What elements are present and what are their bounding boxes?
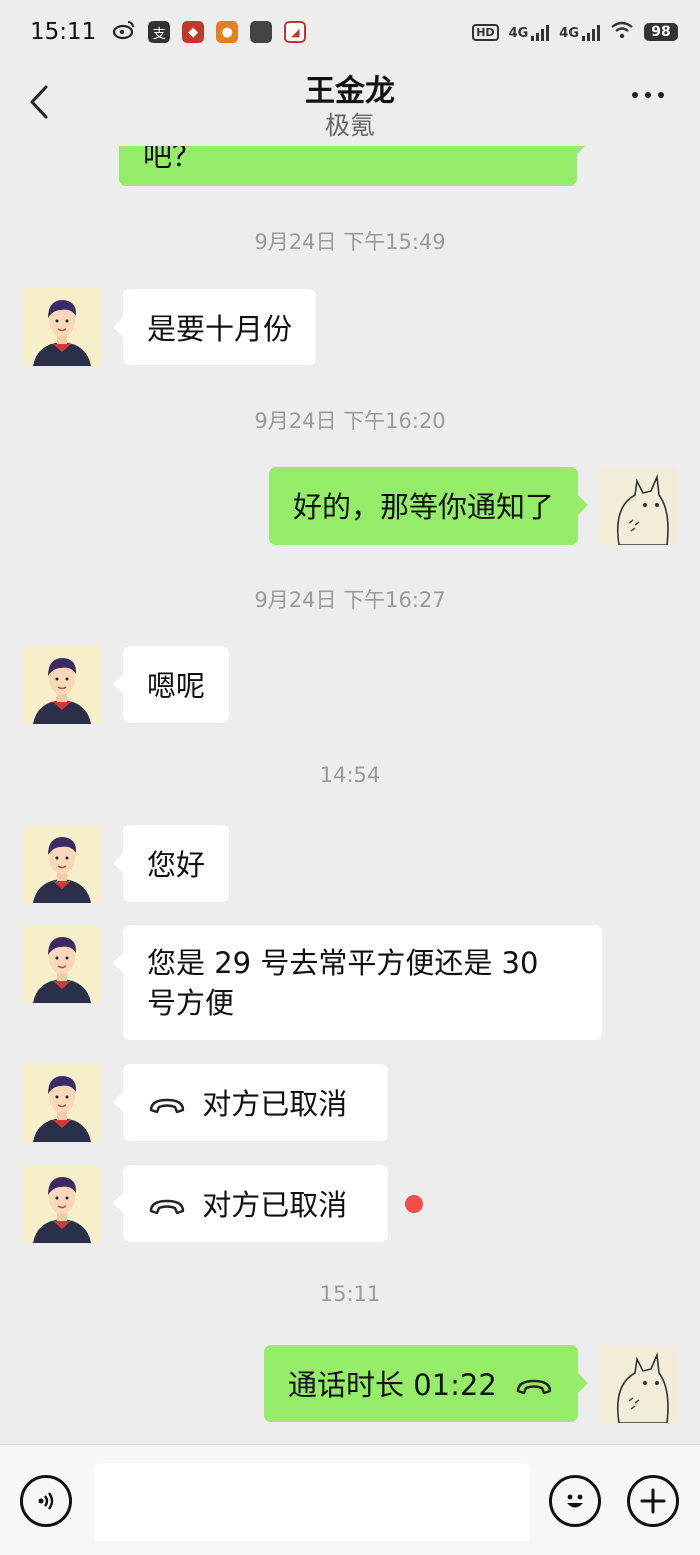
- emoji-icon: [567, 1494, 583, 1508]
- my-avatar[interactable]: [599, 467, 677, 545]
- phone-hangup-icon: [149, 1199, 185, 1215]
- alipay-icon: 支: [148, 21, 171, 43]
- phone-hangup-icon: [516, 1379, 552, 1395]
- man-avatar-icon: [23, 1165, 101, 1243]
- contact-avatar[interactable]: [23, 646, 101, 724]
- news-app-icon: ◢: [284, 21, 307, 43]
- timestamp: 15:11: [319, 1282, 381, 1306]
- man-avatar-icon: [23, 646, 101, 724]
- totoro-avatar-icon: [599, 467, 677, 545]
- timestamp: 9月24日 下午16:27: [254, 588, 446, 612]
- input-bar: [0, 1444, 700, 1555]
- message-bubble-outgoing[interactable]: 好的，那等你通知了: [268, 467, 589, 545]
- message-bubble-incoming[interactable]: 是要十月份: [112, 289, 317, 365]
- contact-avatar[interactable]: [23, 925, 101, 1003]
- man-avatar-icon: [23, 1064, 101, 1142]
- message-input[interactable]: [94, 1463, 530, 1541]
- my-avatar[interactable]: [599, 1345, 677, 1423]
- plus-button[interactable]: [627, 1475, 679, 1527]
- emoji-button[interactable]: [549, 1475, 601, 1527]
- signal-4g-2: 4G: [559, 23, 600, 41]
- contact-avatar[interactable]: [23, 288, 101, 366]
- contact-subtitle: 极氪: [324, 111, 375, 140]
- game-app-icon: ◆: [182, 21, 205, 43]
- status-right: HD 4G 4G 98: [472, 21, 678, 43]
- signal-bars-icon: [582, 23, 600, 41]
- dark-app-icon: [250, 21, 273, 43]
- weibo-icon: [112, 19, 136, 45]
- status-time: 15:11: [30, 19, 97, 45]
- battery-indicator: 98: [644, 23, 678, 41]
- voice-icon: [38, 1492, 54, 1510]
- man-avatar-icon: [23, 825, 101, 903]
- more-button[interactable]: [632, 92, 664, 98]
- timestamp: 9月24日 下午15:49: [254, 230, 446, 254]
- totoro-avatar-icon: [599, 1345, 677, 1423]
- contact-avatar[interactable]: [23, 1165, 101, 1243]
- voice-button[interactable]: [20, 1475, 72, 1527]
- call-cancelled-bubble[interactable]: 对方已取消: [113, 1064, 388, 1141]
- contact-name: 王金龙: [305, 74, 395, 109]
- contact-avatar[interactable]: [23, 825, 101, 903]
- plus-icon: [640, 1488, 666, 1514]
- call-duration-bubble[interactable]: 通话时长 01:22: [263, 1345, 589, 1422]
- signal-4g-1: 4G: [509, 23, 550, 41]
- call-cancelled-bubble[interactable]: 对方已取消: [113, 1165, 388, 1242]
- hd-icon: HD: [472, 23, 499, 41]
- message-bubble-outgoing[interactable]: 吧？: [119, 146, 587, 186]
- timestamp: 14:54: [319, 763, 381, 787]
- message-bubble-incoming[interactable]: 您好: [112, 825, 230, 902]
- message-bubble-incoming[interactable]: 您是 29 号去常平方便还是 30 号方便: [113, 925, 602, 1040]
- shop-app-icon: ●: [216, 21, 239, 43]
- phone-hangup-icon: [149, 1098, 185, 1114]
- man-avatar-icon: [23, 288, 101, 366]
- contact-avatar[interactable]: [23, 1064, 101, 1142]
- status-app-icons: 支 ◆ ● ◢: [112, 19, 307, 45]
- man-avatar-icon: [23, 925, 101, 1003]
- more-icon: [632, 92, 638, 98]
- timestamp: 9月24日 下午16:20: [254, 409, 446, 433]
- signal-bars-icon: [531, 23, 550, 41]
- status-bar: 15:11 支 ◆ ● ◢ HD 4G 4G 98: [0, 0, 700, 64]
- wifi-icon: [610, 21, 634, 43]
- message-bubble-incoming[interactable]: 嗯呢: [112, 646, 230, 723]
- unread-dot: [405, 1195, 423, 1213]
- chat-header: 王金龙 极氪: [0, 64, 700, 146]
- message-list[interactable]: 吧？ 9月24日 下午15:49 是要十月份 9月24日 下午16:20 好的，…: [0, 146, 700, 1444]
